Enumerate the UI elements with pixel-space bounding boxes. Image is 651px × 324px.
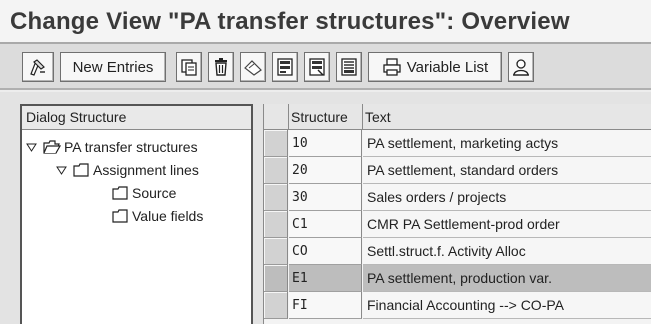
structure-cell[interactable]: FI bbox=[289, 292, 362, 319]
transfer-structures-table: Structure Text 10 PA settlement, marketi… bbox=[263, 104, 651, 324]
text-cell[interactable]: Sales orders / projects bbox=[363, 184, 651, 211]
dialog-structure-panel: Dialog Structure PA transfer structures … bbox=[20, 104, 253, 324]
table-row[interactable]: 20 PA settlement, standard orders bbox=[264, 157, 651, 184]
text-cell[interactable]: PA settlement, standard orders bbox=[363, 157, 651, 184]
user-icon bbox=[513, 59, 529, 76]
deselect-all-icon bbox=[341, 58, 357, 76]
print-icon bbox=[383, 58, 401, 76]
folder-open-icon bbox=[43, 140, 61, 154]
new-entries-button[interactable]: New Entries bbox=[60, 52, 166, 82]
display-change-button[interactable] bbox=[22, 52, 54, 82]
work-area: Dialog Structure PA transfer structures … bbox=[0, 92, 651, 324]
select-all-button[interactable] bbox=[272, 52, 298, 82]
row-selector[interactable] bbox=[264, 265, 288, 292]
folder-icon bbox=[73, 163, 89, 177]
text-cell[interactable]: Financial Accounting --> CO-PA bbox=[363, 292, 651, 319]
table-row[interactable]: FI Financial Accounting --> CO-PA bbox=[264, 292, 651, 319]
dialog-structure-header: Dialog Structure bbox=[22, 106, 251, 130]
row-selector[interactable] bbox=[264, 184, 288, 211]
delete-icon bbox=[215, 58, 227, 76]
tree-node-assignment-lines[interactable]: Assignment lines bbox=[56, 159, 199, 181]
structure-cell[interactable]: E1 bbox=[289, 265, 362, 292]
tree-node-label: Value fields bbox=[132, 208, 204, 224]
tree-node-label: PA transfer structures bbox=[64, 139, 198, 155]
title-bar: Change View "PA transfer structures": Ov… bbox=[0, 0, 651, 44]
copy-as-button[interactable] bbox=[176, 52, 202, 82]
row-selector[interactable] bbox=[264, 292, 288, 319]
new-entries-label: New Entries bbox=[72, 58, 154, 76]
structure-cell[interactable]: C1 bbox=[289, 211, 362, 238]
structure-cell[interactable]: 10 bbox=[289, 130, 362, 157]
expand-icon bbox=[56, 166, 67, 175]
variable-list-label: Variable List bbox=[406, 58, 489, 76]
select-block-icon bbox=[309, 58, 325, 76]
row-selector-header[interactable] bbox=[264, 104, 289, 130]
copy-icon bbox=[181, 59, 197, 76]
undo-icon bbox=[244, 60, 262, 76]
structure-cell[interactable]: 30 bbox=[289, 184, 362, 211]
user-button[interactable] bbox=[508, 52, 534, 82]
display-change-icon bbox=[30, 59, 45, 76]
folder-icon bbox=[112, 209, 128, 223]
text-cell[interactable]: Settl.struct.f. Activity Alloc bbox=[363, 238, 651, 265]
expand-icon bbox=[26, 143, 37, 152]
table-row[interactable]: CO Settl.struct.f. Activity Alloc bbox=[264, 238, 651, 265]
folder-icon bbox=[112, 186, 128, 200]
tree-node-label: Assignment lines bbox=[93, 162, 199, 178]
table-row-selected[interactable]: E1 PA settlement, production var. bbox=[264, 265, 651, 292]
tree-node-pa-transfer-structures[interactable]: PA transfer structures bbox=[26, 136, 198, 158]
table-row[interactable]: C1 CMR PA Settlement-prod order bbox=[264, 211, 651, 238]
text-cell[interactable]: PA settlement, production var. bbox=[363, 265, 651, 292]
row-selector[interactable] bbox=[264, 157, 288, 184]
table-row[interactable]: 10 PA settlement, marketing actys bbox=[264, 130, 651, 157]
row-selector[interactable] bbox=[264, 130, 288, 157]
application-toolbar: New Entries Variable List bbox=[0, 44, 651, 90]
text-cell[interactable]: CMR PA Settlement-prod order bbox=[363, 211, 651, 238]
structure-cell[interactable]: 20 bbox=[289, 157, 362, 184]
column-header-text[interactable]: Text bbox=[363, 104, 651, 130]
structure-cell[interactable]: CO bbox=[289, 238, 362, 265]
deselect-all-button[interactable] bbox=[336, 52, 362, 82]
tree-node-value-fields[interactable]: Value fields bbox=[112, 205, 203, 227]
select-block-button[interactable] bbox=[304, 52, 330, 82]
undo-change-button[interactable] bbox=[240, 52, 266, 82]
select-all-icon bbox=[277, 58, 293, 76]
variable-list-button[interactable]: Variable List bbox=[368, 52, 502, 82]
page-title: Change View "PA transfer structures": Ov… bbox=[10, 8, 570, 35]
row-selector[interactable] bbox=[264, 238, 288, 265]
table-row[interactable]: 30 Sales orders / projects bbox=[264, 184, 651, 211]
text-cell[interactable]: PA settlement, marketing actys bbox=[363, 130, 651, 157]
tree-node-label: Source bbox=[132, 185, 177, 201]
row-selector[interactable] bbox=[264, 211, 288, 238]
tree-node-source[interactable]: Source bbox=[112, 182, 176, 204]
column-header-structure[interactable]: Structure bbox=[289, 104, 363, 130]
delete-button[interactable] bbox=[208, 52, 234, 82]
